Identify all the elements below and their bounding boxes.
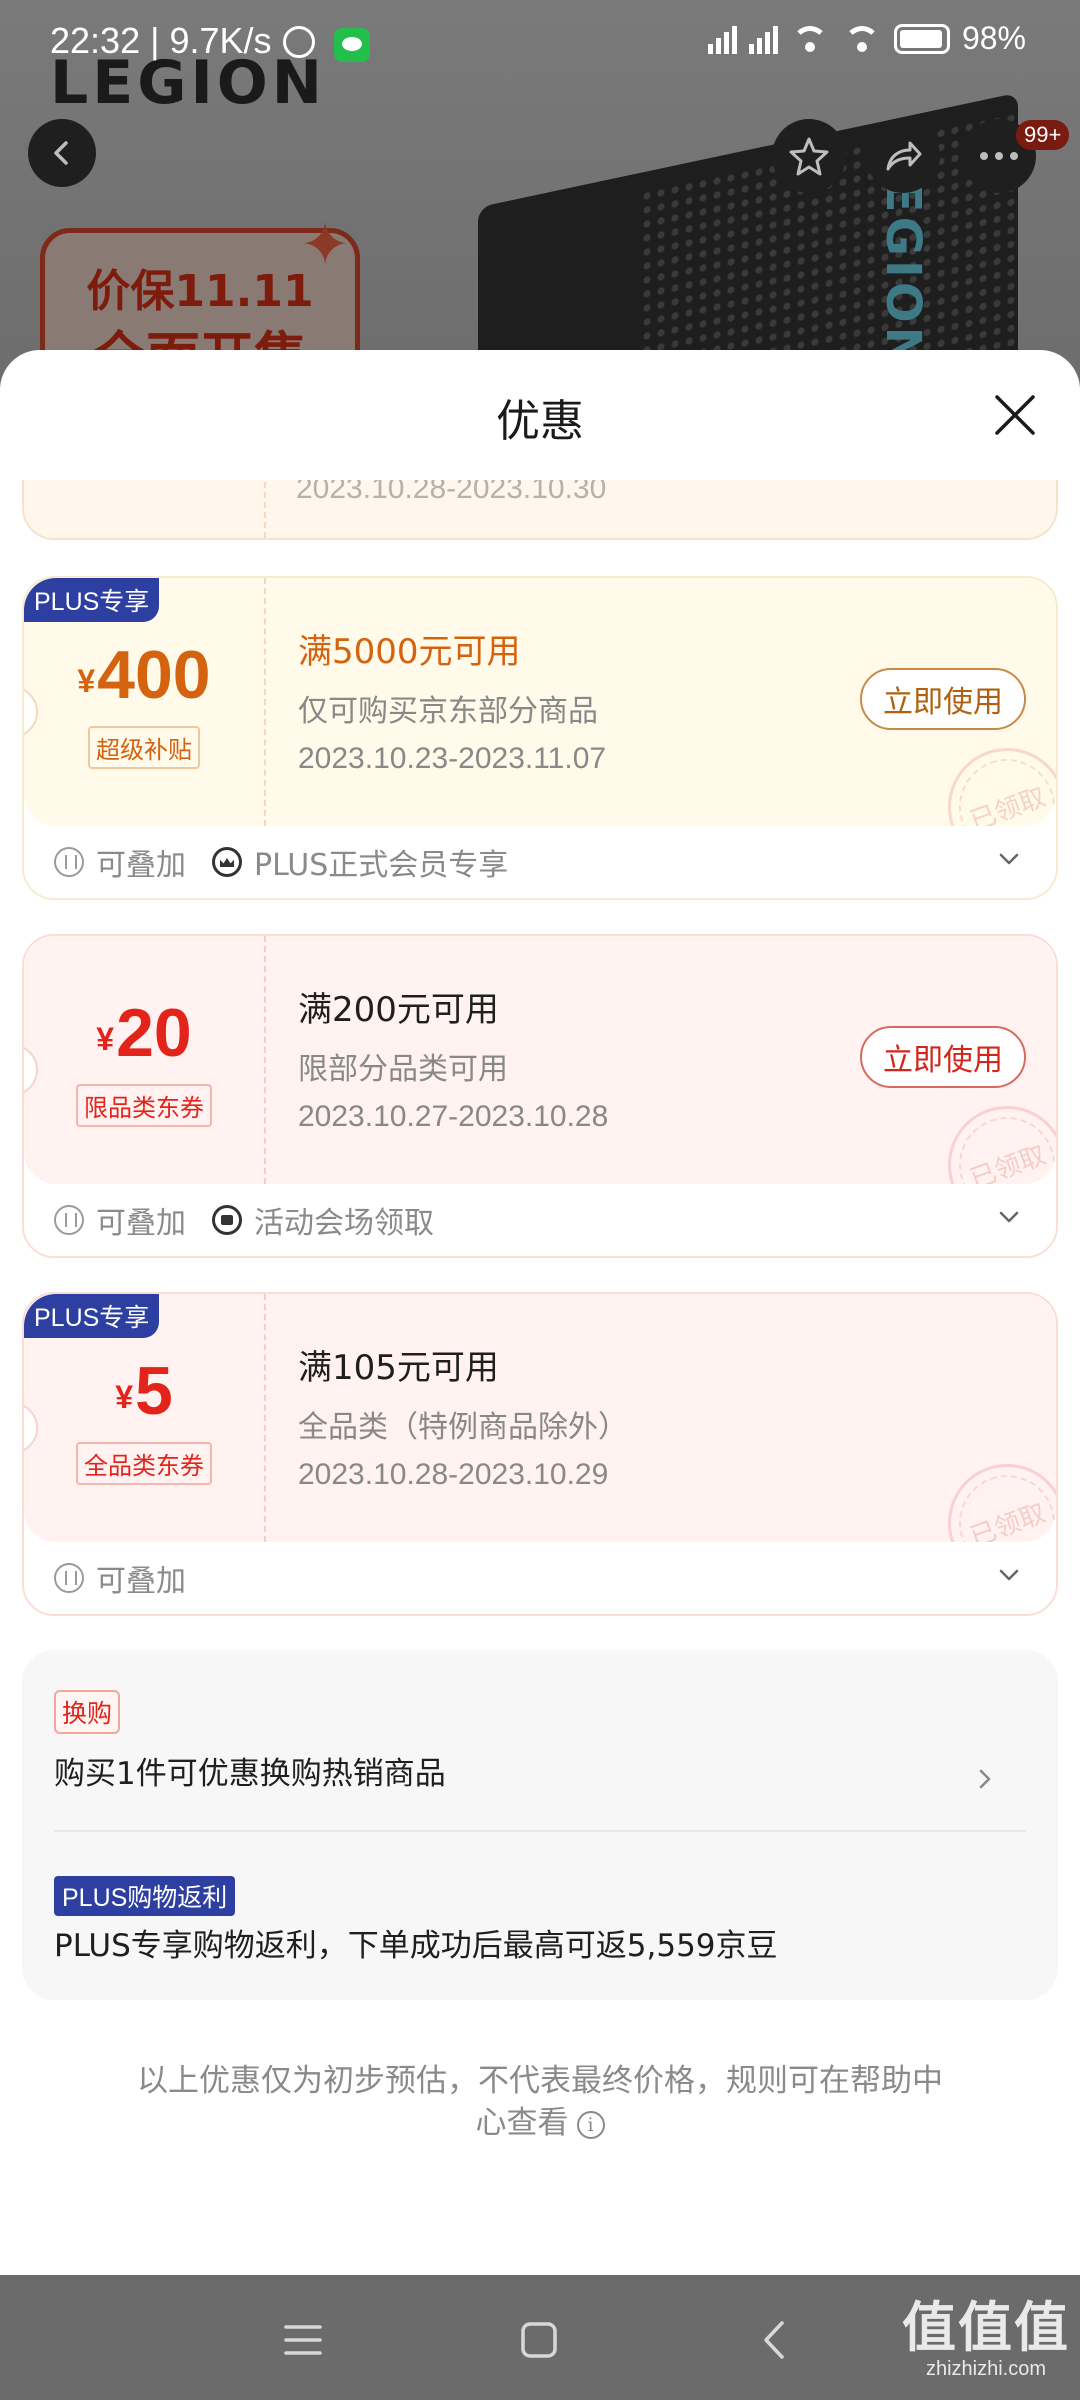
favorite-button[interactable] [772,119,846,193]
menu-icon[interactable] [278,2315,328,2365]
discount-sheet: 2023.10.28-2023.10.30 优惠 PLUS专享 ¥400 超级补… [0,350,1080,2275]
wechat-icon [334,28,370,62]
stackable-label: 可叠加 [96,1206,186,1241]
more-dots-icon [980,152,1018,160]
stackable-info: 可叠加 [54,1556,186,1600]
coupon-condition: 满105元可用 [298,1348,499,1388]
plus-member-label: PLUS正式会员专享 [254,848,509,883]
stack-icon [54,1205,84,1235]
signal-2-icon [748,24,778,54]
coupon-type-tag: 限品类东券 [76,1084,212,1127]
coupon-scope: 仅可购买京东部分商品 [298,694,598,729]
coupon-dates: 2023.10.28-2023.10.29 [298,1458,609,1491]
disclaimer: 以上优惠仅为初步预估，不代表最终价格，规则可在帮助中心查看 i [130,2060,950,2144]
stackable-label: 可叠加 [96,848,186,883]
coupon-condition: 满200元可用 [298,990,499,1030]
venue-info: 活动会场领取 [212,1198,434,1242]
exchange-row[interactable]: 换购 购买1件可优惠换购热销商品 [54,1690,1026,1832]
use-now-button[interactable]: 立即使用 [860,1026,1026,1088]
coupon-dates: 2023.10.27-2023.10.28 [298,1100,609,1133]
coupon-body: PLUS专享 ¥5 全品类东券 满105元可用 全品类（特例商品除外） 2023… [24,1294,1056,1542]
coupon-footer[interactable]: 可叠加 活动会场领取 [24,1184,1056,1256]
sheet-title: 优惠 [496,396,584,447]
coupon-tag-column: 全品类东券 [24,1294,264,1542]
stack-icon [54,847,84,877]
wifi-icon [790,24,830,54]
status-time: 22:32 | 9.7K/s [50,20,272,61]
coupon-scope: 限部分品类可用 [298,1052,508,1087]
share-button[interactable] [866,119,940,193]
venue-icon [212,1205,242,1235]
watermark-cn: 值值值 [902,2296,1070,2359]
coupon-type-tag: 超级补贴 [88,726,200,769]
sparkle-icon: ✦ [300,210,351,280]
wifi-2-icon [842,24,882,54]
coupon-type-tag: 全品类东券 [76,1442,212,1485]
rebate-badge: PLUS购物返利 [54,1876,236,1916]
star-icon [789,137,829,176]
rebate-text: PLUS专享购物返利，下单成功后最高可返5,559京豆 [54,1928,778,1964]
promotion-info-card: 换购 购买1件可优惠换购热销商品 PLUS购物返利 PLUS专享购物返利，下单成… [22,1650,1058,2000]
stackable-label: 可叠加 [96,1564,186,1599]
chevron-down-icon[interactable] [998,1206,1020,1228]
claimed-stamp: 已领取 [931,1089,1056,1184]
coupon-condition: 满5000元可用 [298,632,521,672]
status-indicators: 98% [707,20,1026,57]
signal-1-icon [707,24,737,54]
coupon-card[interactable]: ¥20 限品类东券 满200元可用 限部分品类可用 2023.10.27-202… [22,934,1058,1258]
coupon-divider [264,578,266,826]
coupon-footer[interactable]: 可叠加 PLUS正式会员专享 [24,826,1056,898]
coupon-tag-column: 超级补贴 [24,578,264,826]
stack-icon [54,1563,84,1593]
watermark: 值值值 zhizhizhi.com [902,2283,1070,2381]
stackable-info: 可叠加 [54,1198,186,1242]
plus-member-info: PLUS正式会员专享 [212,840,508,884]
coupon-footer[interactable]: 可叠加 [24,1542,1056,1614]
battery-level: 98% [961,20,1026,56]
coupon-dates: 2023.10.23-2023.11.07 [298,742,607,775]
coupon-card[interactable]: PLUS专享 ¥400 超级补贴 满5000元可用 仅可购买京东部分商品 202… [22,576,1058,900]
back-button[interactable] [28,119,96,187]
close-icon[interactable] [990,390,1040,440]
notification-badge: 99+ [1016,120,1070,150]
coupon-tag-column: 限品类东券 [24,936,264,1184]
battery-icon [893,23,950,54]
nav-back-icon[interactable] [750,2315,800,2365]
info-icon[interactable]: i [576,2110,605,2139]
stackable-info: 可叠加 [54,840,186,884]
chevron-right-icon [979,1769,991,1789]
coupon-body: PLUS专享 ¥400 超级补贴 满5000元可用 仅可购买京东部分商品 202… [24,578,1056,826]
claimed-stamp: 已领取 [931,1447,1056,1542]
chevron-down-icon[interactable] [998,1564,1020,1586]
coupon-scope: 全品类（特例商品除外） [298,1410,628,1445]
watermark-en: zhizhizhi.com [925,2358,1047,2380]
home-square-icon[interactable] [514,2315,564,2365]
coupon-card[interactable]: PLUS专享 ¥5 全品类东券 满105元可用 全品类（特例商品除外） 2023… [22,1292,1058,1616]
share-icon [886,141,922,171]
coupon-divider [264,1294,266,1542]
sheet-header: 优惠 [0,350,1080,480]
disclaimer-text: 以上优惠仅为初步预估，不代表最终价格，规则可在帮助中心查看 [137,2063,943,2141]
status-bar: 22:32 | 9.7K/s 98% [0,0,1080,92]
claimed-stamp: 已领取 [931,731,1056,826]
coupon-body: ¥20 限品类东券 满200元可用 限部分品类可用 2023.10.27-202… [24,936,1056,1184]
exchange-badge: 换购 [54,1690,121,1734]
use-now-button[interactable]: 立即使用 [860,668,1026,730]
chevron-left-icon [54,141,68,165]
rebate-row: PLUS购物返利 PLUS专享购物返利，下单成功后最高可返5,559京豆 [54,1876,1026,1965]
crown-icon [212,847,242,877]
chevron-down-icon[interactable] [998,848,1020,870]
coupon-divider [264,936,266,1184]
system-nav-bar: 值值值 zhizhizhi.com [0,2275,1080,2400]
exchange-text: 购买1件可优惠换购热销商品 [54,1756,446,1792]
venue-label: 活动会场领取 [254,1206,434,1241]
alarm-icon [283,26,315,58]
